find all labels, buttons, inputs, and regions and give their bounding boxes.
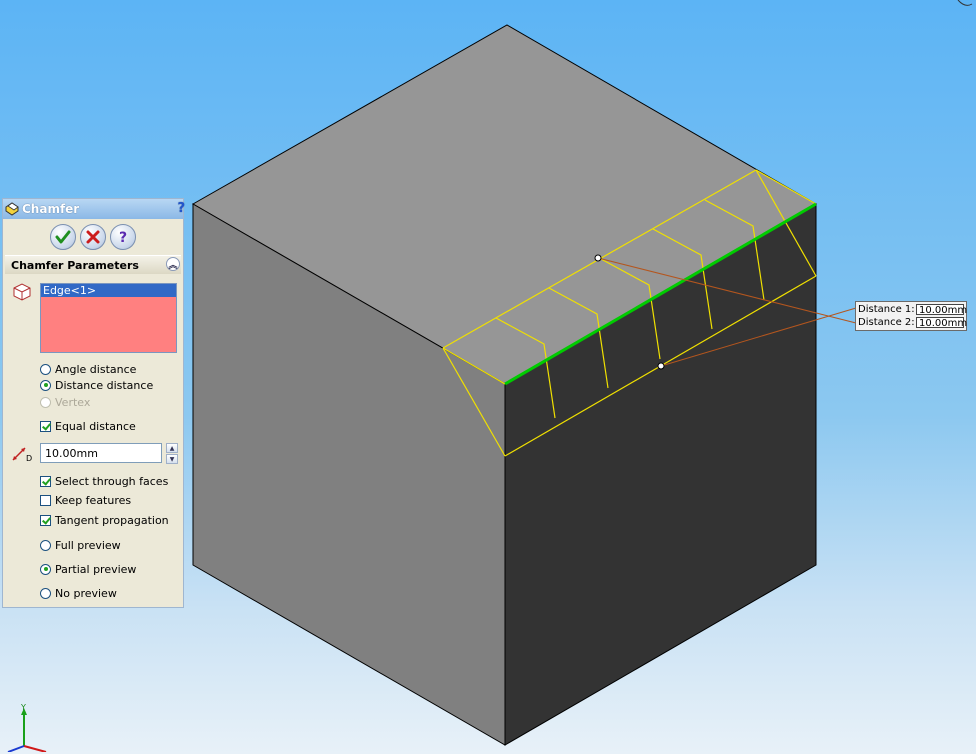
- angle-distance-label: Angle distance: [55, 362, 137, 376]
- chamfer-parameters-header[interactable]: Chamfer Parameters ︽: [5, 255, 181, 274]
- tangent-propagation-label: Tangent propagation: [55, 513, 169, 527]
- ok-button[interactable]: [50, 224, 76, 250]
- triad-y-label: Y: [20, 703, 26, 712]
- spin-up-button[interactable]: ▲: [166, 443, 178, 453]
- tangent-propagation-checkbox[interactable]: [40, 514, 51, 526]
- partial-preview-radio[interactable]: [40, 563, 51, 575]
- spin-down-button[interactable]: ▼: [166, 454, 178, 464]
- equal-distance-label: Equal distance: [55, 419, 136, 433]
- collapse-icon[interactable]: ︽: [166, 257, 180, 271]
- equal-distance-option[interactable]: Equal distance: [40, 419, 136, 433]
- panel-title: Chamfer: [22, 202, 80, 216]
- panel-title-bar: Chamfer ?: [3, 199, 185, 219]
- action-buttons: ?: [3, 219, 183, 255]
- no-preview-label: No preview: [55, 586, 117, 600]
- vertex-option: Vertex: [40, 395, 90, 409]
- reference-triad: Y: [7, 703, 47, 752]
- equal-distance-checkbox[interactable]: [40, 420, 51, 432]
- partial-preview-label: Partial preview: [55, 562, 137, 576]
- select-through-faces-label: Select through faces: [55, 474, 169, 488]
- help-icon[interactable]: ?: [177, 201, 185, 216]
- checkmark-icon: [55, 230, 71, 244]
- callout-row-distance-1: Distance 1: 10.00mm: [858, 303, 967, 316]
- distance2-label: Distance 2:: [858, 317, 915, 328]
- select-through-faces-checkbox[interactable]: [40, 475, 51, 487]
- callout-row-distance-2: Distance 2: 10.00mm: [858, 316, 967, 329]
- handle-distance-2[interactable]: [657, 362, 665, 370]
- keep-features-option[interactable]: Keep features: [40, 493, 131, 507]
- distance1-label: Distance 1:: [858, 304, 915, 315]
- edge-selection-list[interactable]: Edge<1>: [40, 283, 177, 353]
- keep-features-checkbox[interactable]: [40, 494, 51, 506]
- svg-text:D: D: [26, 454, 32, 463]
- distance-callout[interactable]: Distance 1: 10.00mm Distance 2: 10.00mm: [855, 301, 967, 331]
- list-item[interactable]: Edge<1>: [41, 284, 176, 297]
- select-through-faces-option[interactable]: Select through faces: [40, 474, 168, 488]
- svg-text:?: ?: [119, 230, 127, 245]
- keep-features-label: Keep features: [55, 493, 132, 507]
- full-preview-label: Full preview: [55, 538, 121, 552]
- edge-selection-icon: [13, 283, 31, 301]
- full-preview-radio[interactable]: [40, 539, 51, 551]
- help-button[interactable]: ?: [110, 224, 136, 250]
- full-preview-option[interactable]: Full preview: [40, 538, 121, 552]
- distance-distance-label: Distance distance: [55, 378, 154, 392]
- distance-input[interactable]: [40, 443, 162, 463]
- partial-preview-option[interactable]: Partial preview: [40, 562, 136, 576]
- vertex-label: Vertex: [55, 395, 91, 409]
- handle-distance-1[interactable]: [594, 254, 602, 262]
- distance1-value[interactable]: 10.00mm: [916, 304, 967, 316]
- corner-arc: [957, 0, 973, 6]
- angle-distance-option[interactable]: Angle distance: [40, 362, 136, 376]
- chamfer-property-manager: Chamfer ? ? Chamfer Parameters ︽ Edge<1>: [2, 198, 185, 608]
- tangent-propagation-option[interactable]: Tangent propagation: [40, 513, 169, 527]
- group-title: Chamfer Parameters: [11, 258, 139, 272]
- distance-distance-radio[interactable]: [40, 379, 51, 391]
- distance-distance-option[interactable]: Distance distance: [40, 378, 153, 392]
- vertex-radio: [40, 396, 51, 408]
- no-preview-option[interactable]: No preview: [40, 586, 117, 600]
- close-icon: [86, 230, 100, 244]
- chamfer-feature-icon: [5, 202, 19, 216]
- angle-distance-radio[interactable]: [40, 363, 51, 375]
- question-icon: ?: [119, 230, 127, 245]
- cancel-button[interactable]: [80, 224, 106, 250]
- no-preview-radio[interactable]: [40, 587, 51, 599]
- distance-icon: D: [12, 447, 32, 463]
- distance2-value[interactable]: 10.00mm: [916, 317, 967, 329]
